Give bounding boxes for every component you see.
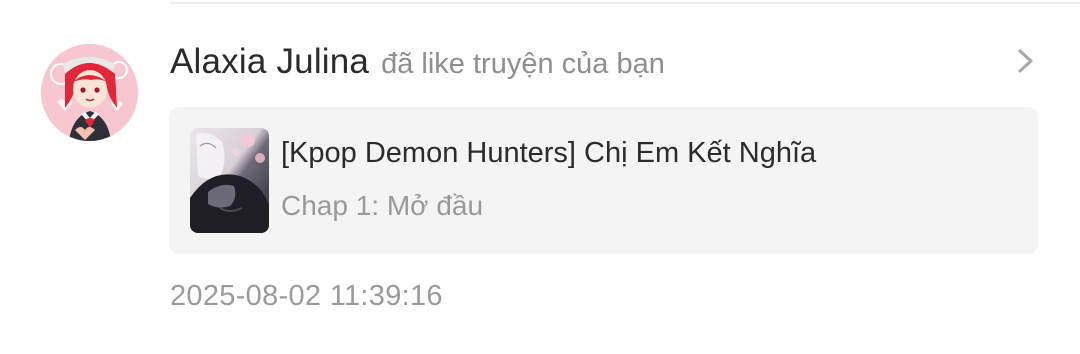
- story-title[interactable]: [Kpop Demon Hunters] Chị Em Kết Nghĩa: [281, 137, 816, 170]
- story-cover-art: [190, 128, 269, 233]
- user-avatar[interactable]: [41, 44, 138, 141]
- chevron-right-icon[interactable]: [1012, 46, 1040, 76]
- user-name[interactable]: Alaxia Julina: [170, 42, 369, 82]
- notification-action-text: đã like truyện của bạn: [381, 48, 665, 80]
- story-card[interactable]: [Kpop Demon Hunters] Chị Em Kết Nghĩa Ch…: [169, 107, 1038, 254]
- avatar-illustration: [41, 44, 138, 141]
- story-cover-image[interactable]: [190, 128, 269, 233]
- timestamp: 2025-08-02 11:39:16: [170, 280, 443, 312]
- top-divider: [170, 2, 1080, 4]
- notification-header[interactable]: Alaxia Julina đã like truyện của bạn: [170, 42, 665, 84]
- chapter-name[interactable]: Chap 1: Mở đầu: [281, 190, 483, 222]
